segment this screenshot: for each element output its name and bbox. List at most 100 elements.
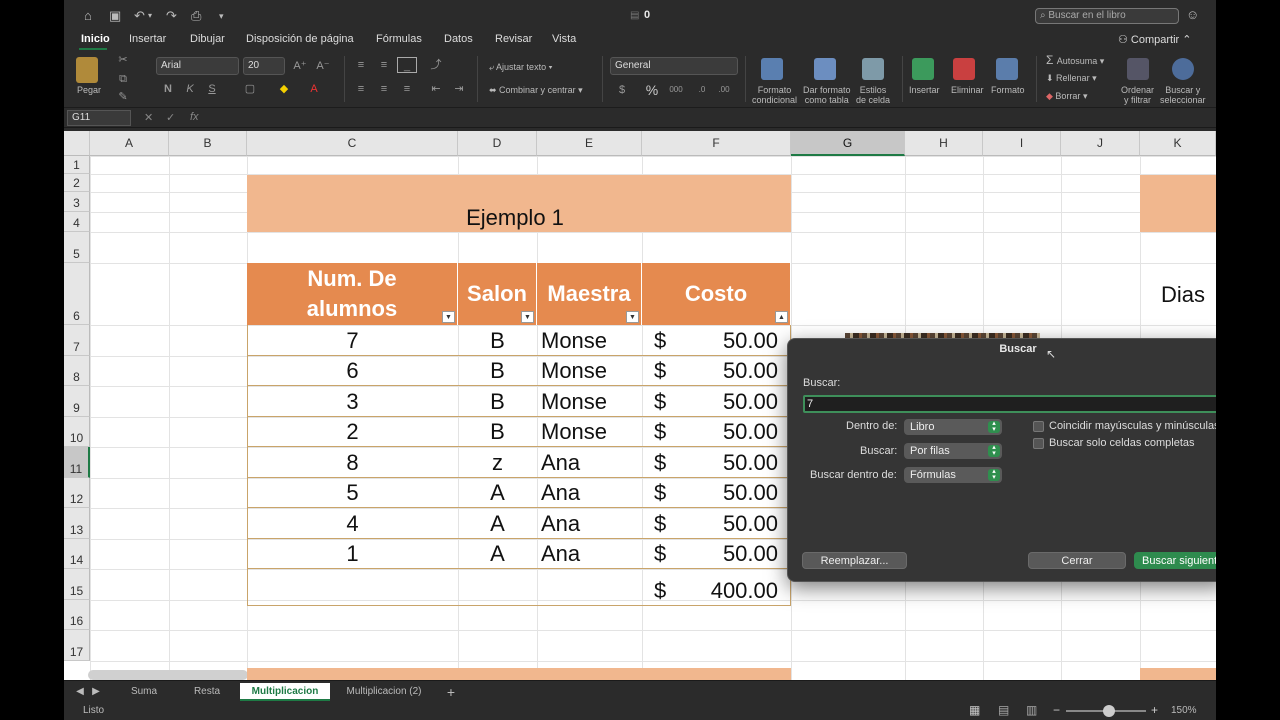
- zoom-in-icon[interactable]: +: [1151, 703, 1158, 717]
- row-header-6[interactable]: 6: [64, 263, 90, 325]
- cell-maestra[interactable]: Monse: [541, 387, 641, 417]
- cell-currency[interactable]: $: [654, 509, 674, 539]
- increase-decimal-icon[interactable]: .0: [692, 82, 712, 98]
- redo-icon[interactable]: ↷: [166, 8, 177, 24]
- cell-num-alumnos[interactable]: 7: [247, 326, 458, 356]
- underline-button[interactable]: S: [202, 81, 222, 97]
- clear-button[interactable]: ◆ Borrar ▾: [1046, 91, 1087, 101]
- cell-num-alumnos[interactable]: 1: [247, 539, 458, 569]
- enter-icon[interactable]: ✓: [166, 111, 175, 124]
- row-header-5[interactable]: 5: [64, 232, 90, 263]
- row-header-14[interactable]: 14: [64, 539, 90, 569]
- decrease-font-icon[interactable]: A⁻: [313, 58, 333, 74]
- cut-icon[interactable]: ✂: [113, 52, 133, 68]
- cell-currency[interactable]: $: [654, 326, 674, 356]
- cell-costo[interactable]: 50.00: [684, 509, 778, 539]
- format-painter-icon[interactable]: ✎: [113, 89, 133, 105]
- cell-costo[interactable]: 50.00: [684, 448, 778, 478]
- bold-button[interactable]: N: [158, 81, 178, 97]
- within-select[interactable]: Libro ▴ ▾: [904, 419, 1002, 435]
- percent-icon[interactable]: %: [642, 82, 662, 98]
- column-header-c[interactable]: C: [247, 131, 458, 156]
- sheet-tab-multiplicacion-2[interactable]: Multiplicacion (2): [336, 683, 432, 701]
- share-button[interactable]: ⚇ Compartir ⌃: [1118, 33, 1192, 46]
- cell-maestra[interactable]: Ana: [541, 478, 641, 508]
- cell-currency[interactable]: $: [654, 356, 674, 386]
- merge-center-button[interactable]: ⬌ Combinar y centrar ▾: [489, 85, 583, 95]
- row-header-2[interactable]: 2: [64, 174, 90, 192]
- undo-icon[interactable]: ↶: [134, 8, 145, 24]
- font-family-select[interactable]: Arial: [156, 57, 239, 75]
- sheet-tab-suma[interactable]: Suma: [116, 683, 172, 701]
- tab-revisar[interactable]: Revisar: [495, 33, 532, 45]
- column-header-g[interactable]: G: [791, 131, 905, 156]
- find-select-icon[interactable]: [1172, 58, 1194, 80]
- filter-sort-icon[interactable]: ▲: [775, 311, 788, 323]
- tab-vista[interactable]: Vista: [552, 33, 576, 45]
- row-header-15[interactable]: 15: [64, 569, 90, 600]
- horizontal-scrollbar[interactable]: [88, 670, 248, 680]
- close-button[interactable]: Cerrar: [1028, 552, 1126, 569]
- column-header-i[interactable]: I: [983, 131, 1061, 156]
- column-header-e[interactable]: E: [537, 131, 642, 156]
- find-what-input[interactable]: 7: [803, 395, 1216, 413]
- row-header-7[interactable]: 7: [64, 325, 90, 356]
- orientation-icon[interactable]: ⤴: [426, 57, 446, 73]
- format-cells-icon[interactable]: [996, 58, 1018, 80]
- align-bottom-icon[interactable]: _: [397, 57, 417, 73]
- italic-button[interactable]: K: [180, 81, 200, 97]
- normal-view-icon[interactable]: ▦: [969, 703, 980, 717]
- header-salon[interactable]: Salon ▼: [458, 263, 537, 325]
- page-layout-icon[interactable]: ▤: [998, 703, 1009, 717]
- total-value[interactable]: 400.00: [684, 576, 778, 606]
- column-header-k[interactable]: K: [1140, 131, 1216, 156]
- tab-inicio[interactable]: Inicio: [81, 33, 110, 45]
- copy-icon[interactable]: ⧉: [113, 71, 133, 87]
- row-header-1[interactable]: 1: [64, 156, 90, 174]
- row-header-13[interactable]: 13: [64, 508, 90, 539]
- align-middle-icon[interactable]: ≡: [374, 57, 394, 73]
- row-header-12[interactable]: 12: [64, 478, 90, 508]
- print-icon[interactable]: ⎙: [191, 8, 201, 24]
- cell-num-alumnos[interactable]: 3: [247, 387, 458, 417]
- match-case-checkbox[interactable]: [1033, 421, 1044, 432]
- cell-costo[interactable]: 50.00: [684, 417, 778, 447]
- cell-maestra[interactable]: Monse: [541, 356, 641, 386]
- cell-salon[interactable]: A: [458, 478, 537, 508]
- comma-style-icon[interactable]: 000: [666, 82, 686, 98]
- fill-button[interactable]: ⬇ Rellenar ▾: [1046, 73, 1097, 83]
- cell-currency[interactable]: $: [654, 478, 674, 508]
- insert-cells-icon[interactable]: [912, 58, 934, 80]
- find-next-button[interactable]: Buscar siguiente: [1134, 552, 1216, 569]
- cell-salon[interactable]: A: [458, 509, 537, 539]
- cell-salon[interactable]: A: [458, 539, 537, 569]
- autosum-button[interactable]: Σ Autosuma ▾: [1046, 54, 1104, 66]
- search-order-select[interactable]: Por filas ▴ ▾: [904, 443, 1002, 459]
- page-break-icon[interactable]: ▥: [1026, 703, 1037, 717]
- add-sheet-icon[interactable]: +: [441, 683, 461, 701]
- side-label-dias[interactable]: Dias: [1161, 280, 1205, 310]
- cell-num-alumnos[interactable]: 6: [247, 356, 458, 386]
- search-workbook-input[interactable]: ⌕ Buscar en el libro: [1035, 8, 1179, 24]
- row-header-8[interactable]: 8: [64, 356, 90, 386]
- currency-icon[interactable]: $: [612, 82, 632, 98]
- format-table-icon[interactable]: [814, 58, 836, 80]
- cell-currency[interactable]: $: [654, 539, 674, 569]
- sheet-tab-multiplicacion[interactable]: Multiplicacion: [240, 683, 330, 701]
- filter-dropdown-icon[interactable]: ▼: [521, 311, 534, 323]
- align-left-icon[interactable]: ≡: [351, 81, 371, 97]
- row-header-17[interactable]: 17: [64, 630, 90, 661]
- font-color-icon[interactable]: A: [304, 81, 324, 97]
- whole-cells-checkbox[interactable]: [1033, 438, 1044, 449]
- column-header-d[interactable]: D: [458, 131, 537, 156]
- cell-salon[interactable]: B: [458, 326, 537, 356]
- cell-costo[interactable]: 50.00: [684, 356, 778, 386]
- decrease-indent-icon[interactable]: ⇤: [426, 81, 446, 97]
- fill-color-icon[interactable]: ◆: [274, 81, 294, 97]
- increase-indent-icon[interactable]: ⇥: [449, 81, 469, 97]
- header-num-alumnos[interactable]: Num. De alumnos ▼: [247, 263, 458, 325]
- customize-toolbar-icon[interactable]: ▾: [219, 8, 224, 24]
- cell-salon[interactable]: z: [458, 448, 537, 478]
- number-format-select[interactable]: General: [610, 57, 738, 75]
- tab-disposicion[interactable]: Disposición de página: [246, 33, 354, 45]
